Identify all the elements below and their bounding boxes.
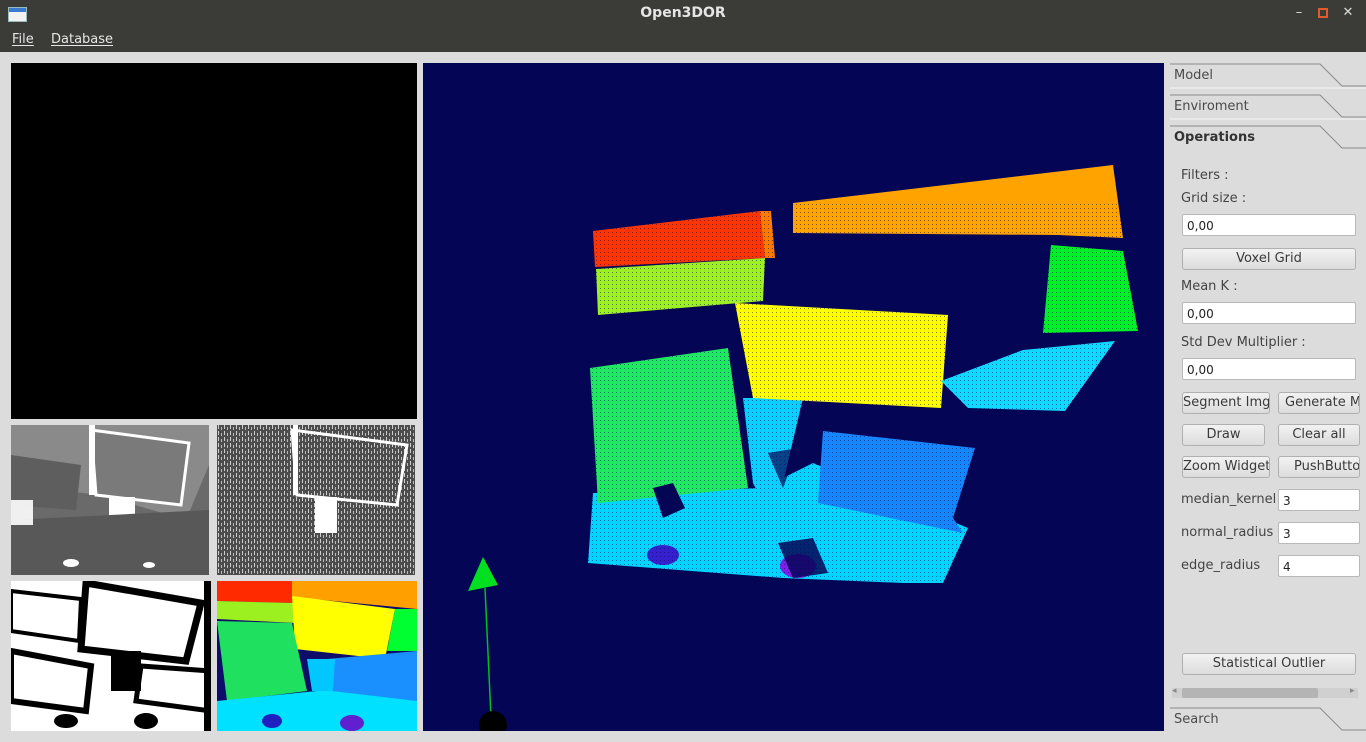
maximize-icon[interactable] [1316,6,1330,20]
filters-label: Filters : [1181,168,1229,183]
draw-button[interactable]: Draw [1182,424,1265,446]
menu-file[interactable]: File [12,32,34,47]
segment-img-button[interactable]: Segment Img [1182,392,1270,414]
zoom-widget-button[interactable]: Zoom Widget [1182,456,1270,478]
scroll-left-icon[interactable]: ◂ [1172,686,1177,696]
std-dev-label: Std Dev Multiplier : [1181,335,1306,350]
sidebar-panel: Model Enviroment Operations Filters : Gr… [1166,56,1366,742]
median-kernel-label: median_kernel [1181,492,1277,507]
tab-operations[interactable]: Operations [1170,125,1366,151]
normal-radius-label: normal_radius [1181,525,1274,540]
tab-model[interactable]: Model [1170,63,1366,89]
edge-image-thumbnail [217,425,415,575]
menu-bar: File Database [0,28,1366,52]
menu-database[interactable]: Database [51,32,113,47]
voxel-grid-button[interactable]: Voxel Grid [1182,248,1356,270]
rgb-image-view [11,63,417,419]
sidebar-horizontal-scrollbar[interactable]: ◂ ▸ [1172,686,1358,700]
tab-environment[interactable]: Enviroment [1170,94,1366,120]
clear-all-button[interactable]: Clear all [1278,424,1360,446]
statistical-outlier-button[interactable]: Statistical Outlier [1182,653,1356,675]
grid-size-field[interactable]: 0,00 [1182,214,1356,236]
minimize-icon[interactable]: – [1292,6,1306,20]
push-button[interactable]: PushButtor [1278,456,1360,478]
close-icon[interactable]: ✕ [1341,6,1355,20]
tab-search[interactable]: Search [1170,707,1366,733]
scroll-right-icon[interactable]: ▸ [1350,686,1355,696]
mean-k-label: Mean K : [1181,279,1238,294]
edge-radius-label: edge_radius [1181,558,1261,573]
generate-mesh-button[interactable]: Generate Me [1278,392,1360,414]
point-cloud-viewer[interactable] [423,63,1164,731]
normal-radius-field[interactable]: 3 [1278,522,1360,544]
title-bar: Open3DOR – ✕ [0,0,1366,28]
window-title: Open3DOR [640,5,726,21]
std-dev-field[interactable]: 0,00 [1182,358,1356,380]
edge-radius-field[interactable]: 4 [1278,555,1360,577]
mask-image-thumbnail [11,581,211,731]
grid-size-label: Grid size : [1181,191,1247,206]
segmentation-image-thumbnail [217,581,417,731]
mean-k-field[interactable]: 0,00 [1182,302,1356,324]
tab-search-label: Search [1174,712,1219,727]
tab-model-label: Model [1174,68,1214,83]
tab-operations-label: Operations [1174,130,1255,145]
median-kernel-field[interactable]: 3 [1278,489,1360,511]
depth-image-thumbnail [11,425,209,575]
scrollbar-thumb[interactable] [1182,688,1318,698]
tab-environment-label: Enviroment [1174,99,1249,114]
